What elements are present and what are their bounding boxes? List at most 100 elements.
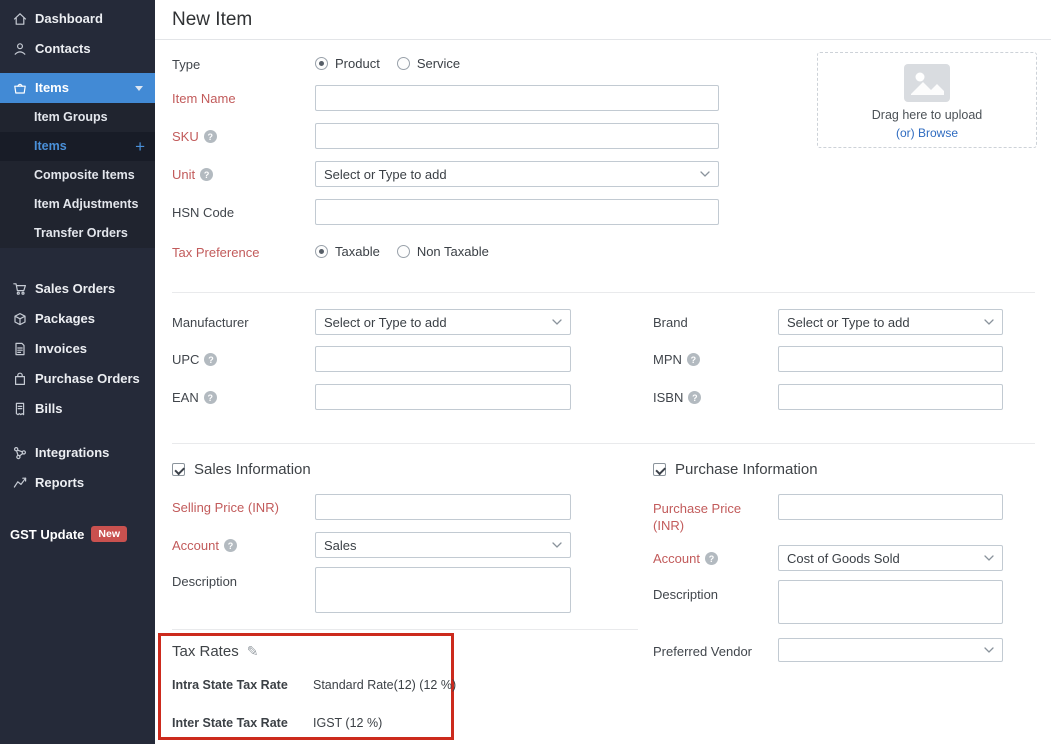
sidebar-item-reports[interactable]: Reports [0,468,155,498]
sales-information-checkbox[interactable] [172,463,185,476]
preferred-vendor-select[interactable] [778,638,1003,662]
taxable-radio-label[interactable]: Taxable [335,244,380,259]
add-item-icon[interactable]: + [135,132,145,161]
cart-icon [12,282,27,297]
sidebar-item-item-adjustments[interactable]: Item Adjustments [0,190,155,219]
purchase-account-select[interactable]: Cost of Goods Sold [778,545,1003,571]
unit-select-value: Select or Type to add [324,167,700,182]
manufacturer-select[interactable]: Select or Type to add [315,309,571,335]
image-upload-dropzone[interactable]: Drag here to upload (or) Browse [817,52,1037,148]
service-radio-label[interactable]: Service [417,56,460,71]
sidebar-item-sales-orders[interactable]: Sales Orders [0,274,155,304]
inter-state-tax-rate-value: IGST (12 %) [313,716,382,730]
sidebar-item-label: Item Adjustments [34,197,138,211]
items-submenu: Item Groups Items + Composite Items Item… [0,103,155,248]
gst-update-link[interactable]: GST Update New [0,522,155,546]
sales-description-textarea[interactable] [315,567,571,613]
home-icon [12,12,27,27]
sidebar-item-label: Contacts [35,34,91,64]
hsn-code-label: HSN Code [172,205,234,220]
non-taxable-radio[interactable] [397,245,410,258]
item-name-input[interactable] [315,85,719,111]
unit-select[interactable]: Select or Type to add [315,161,719,187]
page-header: New Item [155,0,1051,40]
brand-select-value: Select or Type to add [787,315,984,330]
sku-input[interactable] [315,123,719,149]
upc-input[interactable] [315,346,571,372]
manufacturer-label: Manufacturer [172,315,249,330]
edit-pencil-icon[interactable]: ✎ [247,643,259,660]
purchase-price-input[interactable] [778,494,1003,520]
help-icon[interactable]: ? [687,353,700,366]
sales-account-select[interactable]: Sales [315,532,571,558]
sidebar-item-transfer-orders[interactable]: Transfer Orders [0,219,155,248]
upc-label-text: UPC [172,352,199,367]
sidebar-item-items[interactable]: Items [0,73,155,103]
help-icon[interactable]: ? [204,130,217,143]
purchase-information-checkbox[interactable] [653,463,666,476]
brand-select[interactable]: Select or Type to add [778,309,1003,335]
purchase-information-heading: Purchase Information [653,461,818,478]
upc-label: UPC ? [172,352,217,367]
help-icon[interactable]: ? [224,539,237,552]
divider [172,629,638,630]
chevron-down-icon [984,555,994,561]
new-badge: New [91,526,127,542]
sidebar-item-label: Bills [35,394,62,424]
ean-input[interactable] [315,384,571,410]
hsn-code-input[interactable] [315,199,719,225]
sales-account-value: Sales [324,538,552,553]
help-icon[interactable]: ? [705,552,718,565]
product-radio-label[interactable]: Product [335,56,380,71]
chevron-down-icon [984,647,994,653]
sidebar-item-integrations[interactable]: Integrations [0,438,155,468]
sidebar-item-dashboard[interactable]: Dashboard [0,4,155,34]
inter-state-tax-rate-label: Inter State Tax Rate [172,716,288,730]
sales-information-title: Sales Information [194,461,311,478]
taxable-radio[interactable] [315,245,328,258]
sidebar-item-items-sub[interactable]: Items + [0,132,155,161]
sidebar-item-contacts[interactable]: Contacts [0,34,155,64]
intra-state-tax-rate-value: Standard Rate(12) (12 %) [313,678,456,692]
help-icon[interactable]: ? [200,168,213,181]
sidebar-item-label: Composite Items [34,168,135,182]
selling-price-input[interactable] [315,494,571,520]
help-icon[interactable]: ? [204,391,217,404]
purchase-information-title: Purchase Information [675,461,818,478]
service-radio[interactable] [397,57,410,70]
sidebar-item-invoices[interactable]: Invoices [0,334,155,364]
isbn-input[interactable] [778,384,1003,410]
purchase-description-textarea[interactable] [778,580,1003,624]
sidebar-item-label: Sales Orders [35,274,115,304]
divider [172,443,1035,444]
sidebar-item-label: Items [34,139,67,153]
sku-label: SKU ? [172,129,217,144]
sidebar-item-label: Items [35,73,69,103]
package-icon [12,312,27,327]
purchase-account-label-text: Account [653,551,700,566]
bag-icon [12,372,27,387]
divider [172,292,1035,293]
sidebar-item-item-groups[interactable]: Item Groups [0,103,155,132]
sidebar-item-packages[interactable]: Packages [0,304,155,334]
page-title: New Item [155,0,1051,40]
sidebar-item-label: Integrations [35,438,109,468]
chevron-down-icon [700,171,710,177]
sidebar-item-bills[interactable]: Bills [0,394,155,424]
manufacturer-select-value: Select or Type to add [324,315,552,330]
chevron-down-icon [984,319,994,325]
tax-preference-label: Tax Preference [172,245,259,260]
sidebar-item-purchase-orders[interactable]: Purchase Orders [0,364,155,394]
chevron-down-icon [135,86,143,91]
non-taxable-radio-label[interactable]: Non Taxable [417,244,489,259]
mpn-input[interactable] [778,346,1003,372]
product-radio[interactable] [315,57,328,70]
browse-link[interactable]: (or) Browse [818,126,1036,140]
preferred-vendor-label: Preferred Vendor [653,644,752,659]
tax-rates-title: Tax Rates [172,643,239,660]
help-icon[interactable]: ? [688,391,701,404]
help-icon[interactable]: ? [204,353,217,366]
sales-information-heading: Sales Information [172,461,311,478]
sidebar-item-composite-items[interactable]: Composite Items [0,161,155,190]
sidebar-item-label: Transfer Orders [34,226,128,240]
